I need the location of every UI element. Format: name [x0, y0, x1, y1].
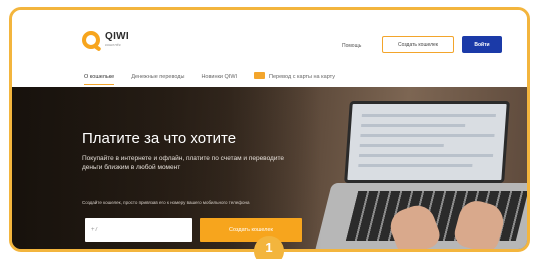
- main-nav: О кошельке Денежные переводы Новинки QIW…: [84, 72, 352, 85]
- screenshot-frame: QIWI кошелёк Помощь Создать кошелек Войт…: [9, 7, 530, 252]
- hero-create-wallet-button[interactable]: Создать кошелек: [200, 218, 302, 242]
- card-icon: [254, 72, 266, 79]
- site-header: QIWI кошелёк Помощь Создать кошелек Войт…: [12, 10, 527, 74]
- create-wallet-button[interactable]: Создать кошелек: [382, 36, 454, 53]
- qiwi-logo-icon: [82, 31, 100, 49]
- hero-banner: Платите за что хотите Покупайте в интерн…: [12, 87, 527, 249]
- logo-tagline: кошелёк: [105, 42, 121, 47]
- hero-hint: Создайте кошелек, просто привязав его к …: [82, 200, 250, 205]
- logo-name: QIWI: [105, 31, 129, 42]
- nav-item-qiwi-news[interactable]: Новинки QIWI: [201, 74, 237, 85]
- nav-item-about-wallet[interactable]: О кошельке: [84, 74, 115, 85]
- nav-item-money-transfers[interactable]: Денежные переводы: [131, 74, 184, 85]
- nav-item-card-to-card-label: Перевод с карты на карту: [269, 73, 335, 80]
- help-link[interactable]: Помощь: [342, 43, 361, 49]
- qiwi-logo[interactable]: QIWI кошелёк: [82, 31, 129, 49]
- step-number-badge: 1: [254, 236, 284, 259]
- login-button[interactable]: Войти: [462, 36, 502, 53]
- laptop-screen-image: [344, 101, 510, 183]
- nav-item-card-to-card[interactable]: Перевод с карты на карту: [254, 72, 335, 85]
- hero-title: Платите за что хотите: [82, 130, 237, 147]
- phone-input[interactable]: [85, 218, 192, 242]
- hero-description: Покупайте в интернете и офлайн, платите …: [82, 155, 284, 171]
